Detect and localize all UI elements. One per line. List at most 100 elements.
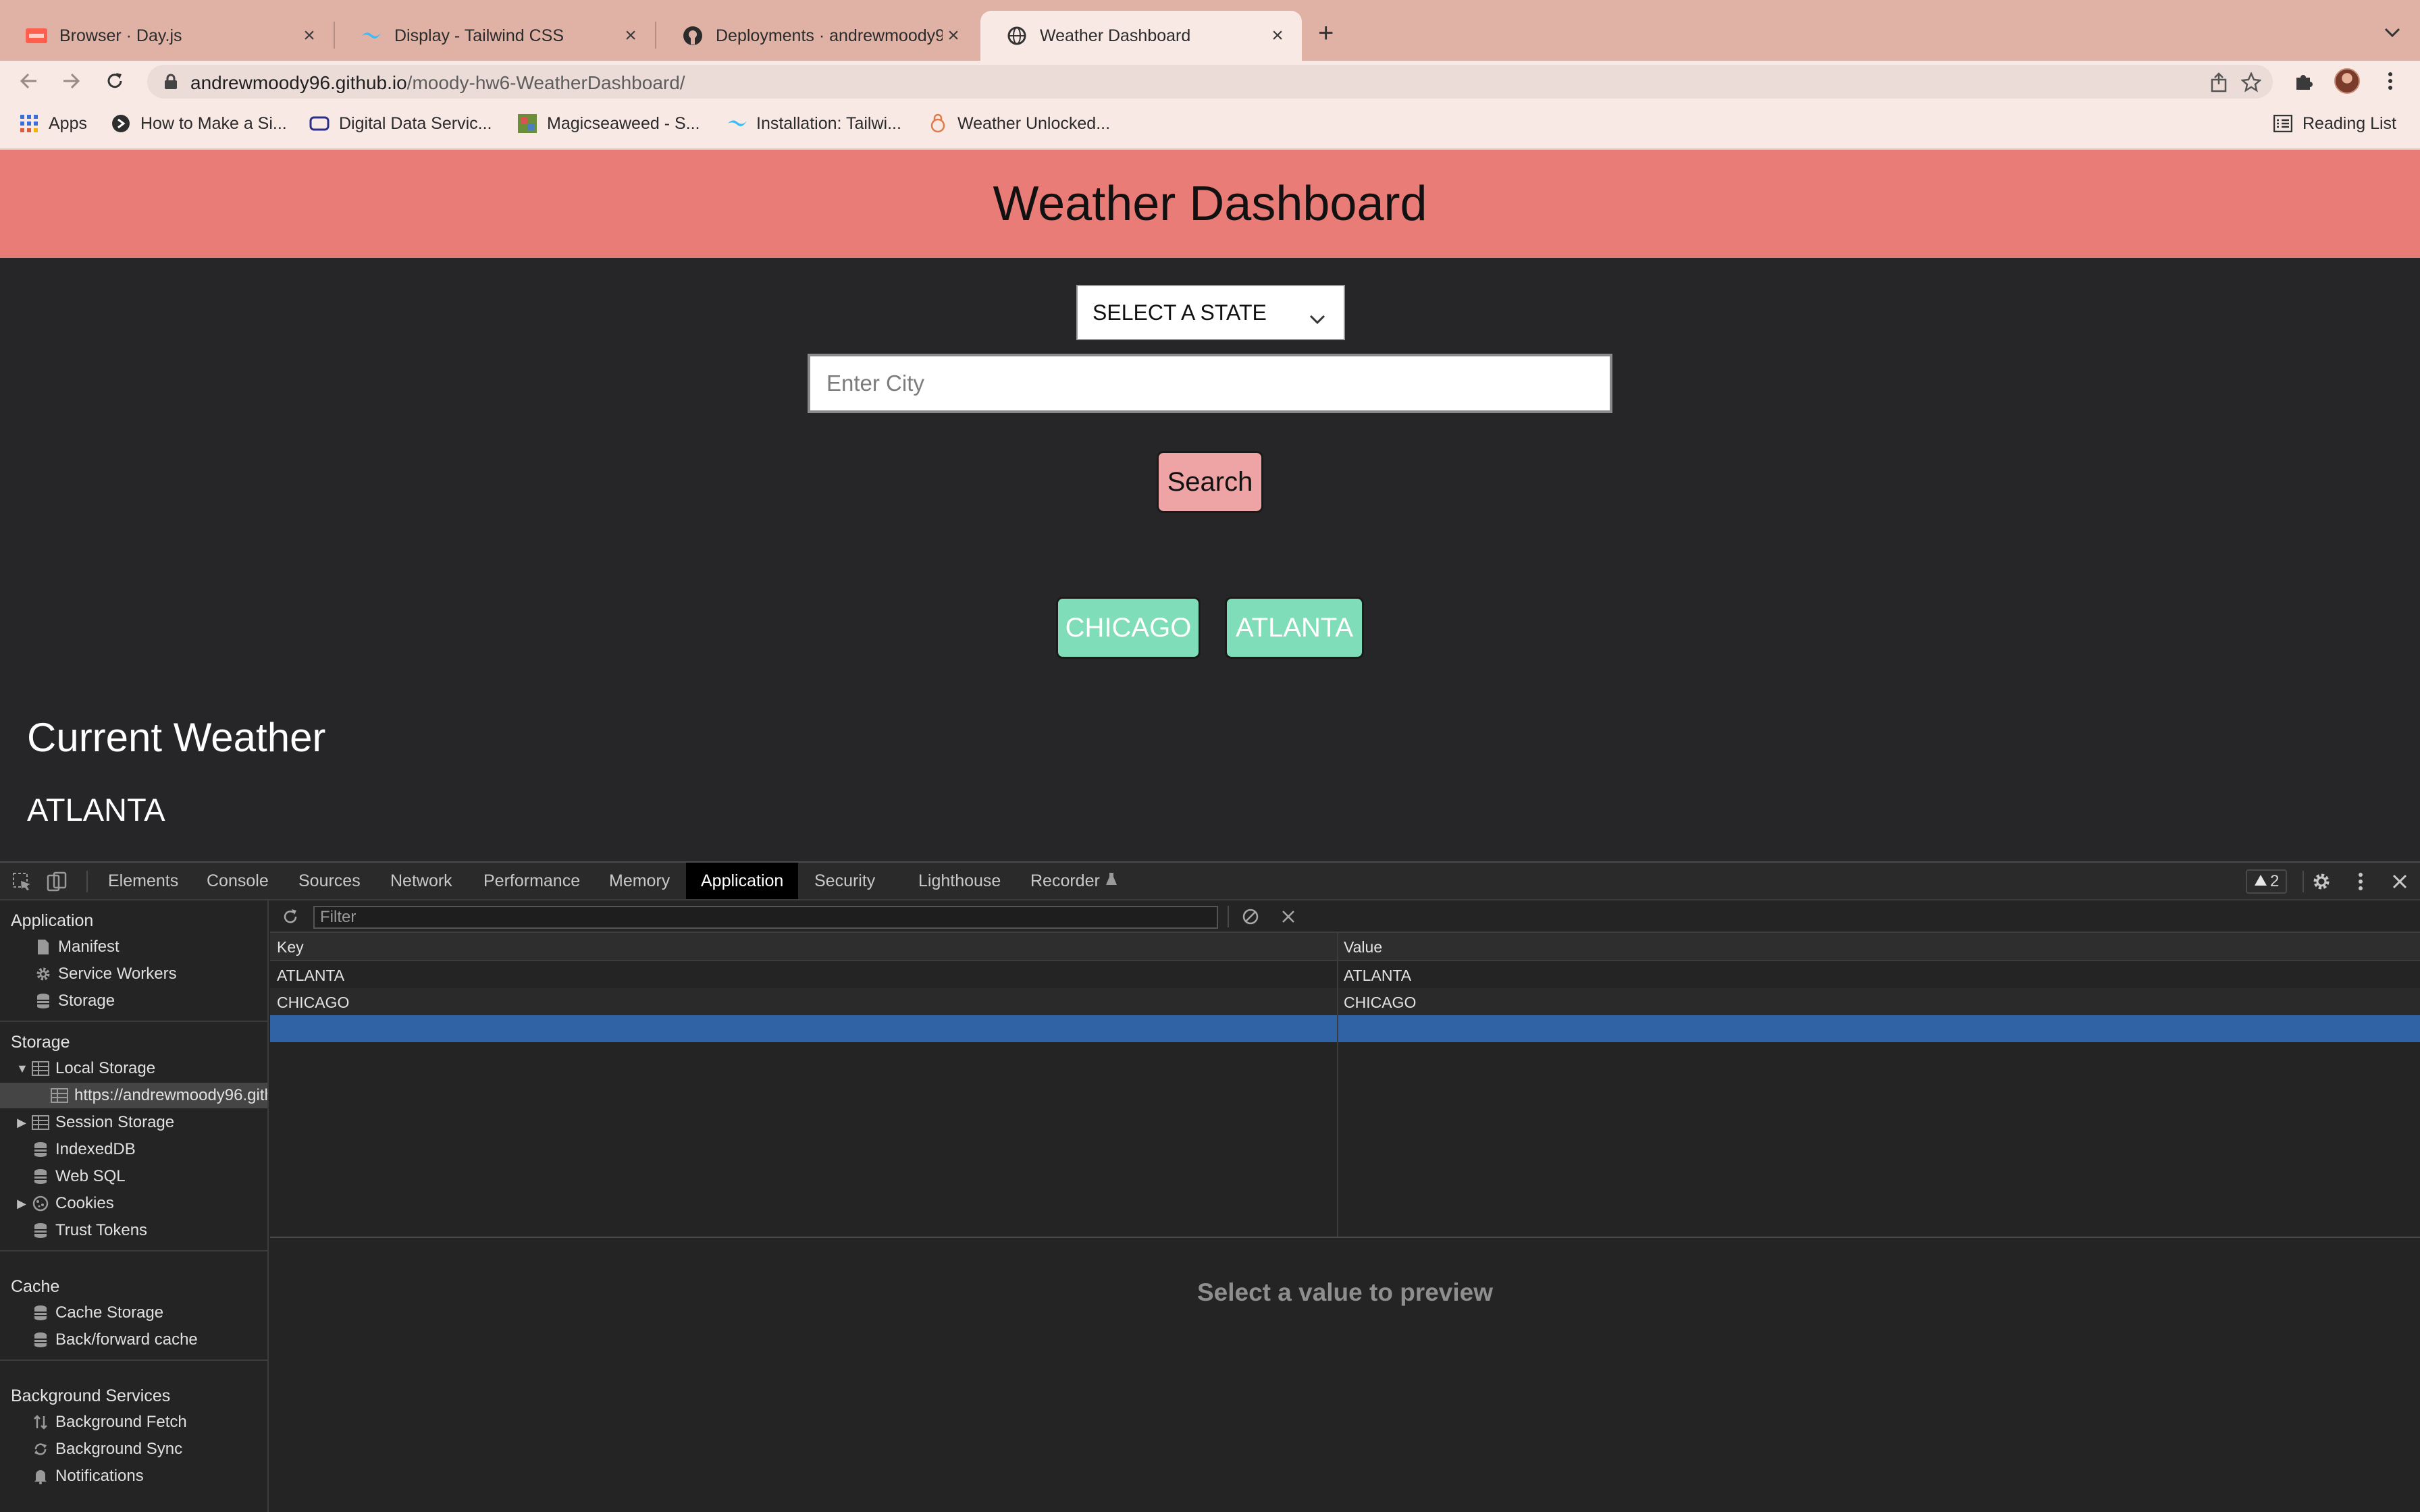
collapsed-triangle-icon[interactable]: ▶ bbox=[16, 1116, 27, 1130]
sidebar-item-service-workers[interactable]: Service Workers bbox=[0, 961, 267, 987]
sidebar-item-back-forward-cache[interactable]: Back/forward cache bbox=[0, 1327, 267, 1353]
devtools-tab-console[interactable]: Console bbox=[192, 863, 284, 899]
inspect-element-icon[interactable] bbox=[9, 869, 34, 894]
table-row[interactable]: ATLANTA ATLANTA bbox=[270, 961, 2420, 988]
devtools-tab-lighthouse[interactable]: Lighthouse bbox=[903, 863, 1016, 899]
state-select[interactable]: SELECT A STATE bbox=[1076, 285, 1345, 340]
devtools-tab-sources[interactable]: Sources bbox=[284, 863, 375, 899]
table-grid-icon bbox=[31, 1059, 50, 1078]
tab-dayjs[interactable]: Browser · Day.js × bbox=[0, 11, 334, 61]
close-icon[interactable]: × bbox=[943, 24, 964, 47]
sidebar-item-cache-storage[interactable]: Cache Storage bbox=[0, 1300, 267, 1326]
search-button[interactable]: Search bbox=[1157, 451, 1263, 513]
profile-avatar[interactable] bbox=[2332, 66, 2362, 96]
value-preview-placeholder: Select a value to preview bbox=[1196, 1278, 1494, 1306]
delete-selected-icon[interactable] bbox=[1276, 905, 1300, 929]
sidebar-item-indexeddb[interactable]: IndexedDB bbox=[0, 1137, 267, 1162]
extensions-puzzle-icon[interactable] bbox=[2289, 66, 2319, 96]
divider bbox=[1228, 906, 1229, 927]
avatar bbox=[2334, 68, 2360, 94]
device-toolbar-icon[interactable] bbox=[45, 869, 69, 894]
sidebar-item-label: Trust Tokens bbox=[55, 1221, 148, 1239]
bookmark-how-to-make[interactable]: How to Make a Si... bbox=[111, 113, 287, 134]
refresh-icon[interactable] bbox=[278, 905, 302, 929]
share-icon[interactable] bbox=[2207, 70, 2231, 94]
divider bbox=[0, 1021, 267, 1022]
bookmark-digital-data[interactable]: Digital Data Servic... bbox=[309, 113, 492, 134]
column-header-value[interactable]: Value bbox=[1344, 938, 1382, 956]
reading-list-button[interactable]: Reading List bbox=[2273, 113, 2396, 134]
sidebar-item-background-sync[interactable]: Background Sync bbox=[0, 1436, 267, 1462]
sidebar-item-label: Background Sync bbox=[55, 1440, 183, 1458]
devtools-tab-recorder[interactable]: Recorder bbox=[1016, 863, 1132, 899]
collapsed-triangle-icon[interactable]: ▶ bbox=[16, 1197, 27, 1211]
tab-tailwind[interactable]: Display - Tailwind CSS × bbox=[335, 11, 655, 61]
row-value: ATLANTA bbox=[1344, 967, 1412, 984]
reload-button[interactable] bbox=[100, 66, 130, 96]
devtools-tab-network[interactable]: Network bbox=[375, 863, 467, 899]
column-divider bbox=[1337, 933, 1338, 1237]
lock-icon[interactable] bbox=[163, 74, 178, 90]
sidebar-item-local-storage-origin[interactable]: https://andrewmoody96.github.io bbox=[0, 1083, 267, 1108]
sidebar-item-trust-tokens[interactable]: Trust Tokens bbox=[0, 1218, 267, 1243]
sidebar-item-cookies[interactable]: ▶ Cookies bbox=[0, 1191, 267, 1216]
table-grid-icon bbox=[31, 1113, 50, 1132]
devtools-tab-memory[interactable]: Memory bbox=[594, 863, 685, 899]
table-row-new-entry[interactable] bbox=[270, 1015, 2420, 1042]
sidebar-item-local-storage[interactable]: ▼ Local Storage bbox=[0, 1056, 267, 1081]
devtools-tab-security[interactable]: Security bbox=[799, 863, 890, 899]
column-header-key[interactable]: Key bbox=[277, 938, 304, 956]
close-icon[interactable]: × bbox=[1267, 24, 1288, 47]
bookmark-tailwind-installation[interactable]: Installation: Tailwi... bbox=[727, 113, 901, 134]
expanded-triangle-icon[interactable]: ▼ bbox=[16, 1062, 28, 1076]
row-key: CHICAGO bbox=[277, 994, 350, 1011]
clear-all-icon[interactable] bbox=[1238, 905, 1263, 929]
close-devtools-icon[interactable] bbox=[2388, 869, 2412, 894]
devtools-tab-application[interactable]: Application bbox=[686, 863, 799, 899]
divider bbox=[270, 1237, 2420, 1238]
sidebar-item-web-sql[interactable]: Web SQL bbox=[0, 1164, 267, 1189]
address-bar[interactable]: andrewmoody96.github.io/moody-hw6-Weathe… bbox=[147, 65, 2273, 99]
sidebar-item-label: Background Fetch bbox=[55, 1413, 187, 1431]
new-tab-button[interactable]: + bbox=[1318, 18, 1334, 49]
history-button-atlanta[interactable]: ATLANTA bbox=[1225, 597, 1364, 659]
row-key: ATLANTA bbox=[277, 967, 345, 984]
settings-gear-icon[interactable] bbox=[2309, 869, 2334, 894]
back-button[interactable] bbox=[14, 66, 43, 96]
table-row[interactable]: CHICAGO CHICAGO bbox=[270, 988, 2420, 1015]
sidebar-item-label: Back/forward cache bbox=[55, 1330, 198, 1349]
tab-title: Browser · Day.js bbox=[59, 26, 182, 45]
devtools-tab-performance[interactable]: Performance bbox=[469, 863, 595, 899]
database-icon bbox=[31, 1167, 50, 1186]
tab-search-chevron-icon[interactable] bbox=[2382, 19, 2402, 46]
issues-warning-badge[interactable]: 2 bbox=[2246, 869, 2288, 894]
bookmark-label: Installation: Tailwi... bbox=[756, 113, 901, 133]
city-input[interactable] bbox=[808, 354, 1612, 413]
devtools-more-icon[interactable] bbox=[2348, 869, 2373, 894]
bookmark-star-icon[interactable] bbox=[2239, 70, 2263, 94]
close-icon[interactable]: × bbox=[298, 24, 320, 47]
filter-input[interactable] bbox=[313, 906, 1218, 929]
bookmark-magicseaweed[interactable]: Magicseaweed - S... bbox=[517, 113, 700, 134]
forward-button[interactable] bbox=[57, 66, 86, 96]
sidebar-item-label: Web SQL bbox=[55, 1167, 126, 1185]
close-icon[interactable]: × bbox=[620, 24, 641, 47]
bookmark-apps[interactable]: Apps bbox=[19, 113, 87, 134]
devtools-tab-bar: Elements Console Sources Network Perform… bbox=[0, 863, 2420, 900]
tab-weather-dashboard[interactable]: Weather Dashboard × bbox=[980, 11, 1302, 61]
sidebar-item-notifications[interactable]: Notifications bbox=[0, 1463, 267, 1489]
apps-grid-icon bbox=[19, 113, 39, 134]
sidebar-item-background-fetch[interactable]: Background Fetch bbox=[0, 1409, 267, 1435]
sidebar-item-label: https://andrewmoody96.github.io bbox=[74, 1086, 267, 1104]
local-storage-pane: Key Value ATLANTA ATLANTA CHICAGO CHICAG… bbox=[270, 900, 2420, 1512]
browser-menu-icon[interactable] bbox=[2375, 66, 2405, 96]
tab-github-deployments[interactable]: Deployments · andrewmoody96 × bbox=[656, 11, 978, 61]
sidebar-item-storage-overview[interactable]: Storage bbox=[0, 988, 267, 1014]
sidebar-item-session-storage[interactable]: ▶ Session Storage bbox=[0, 1110, 267, 1135]
url-text[interactable]: andrewmoody96.github.io/moody-hw6-Weathe… bbox=[190, 72, 685, 94]
bookmark-weather-unlocked[interactable]: Weather Unlocked... bbox=[928, 113, 1110, 134]
devtools-tab-elements[interactable]: Elements bbox=[93, 863, 193, 899]
sidebar-item-manifest[interactable]: Manifest bbox=[0, 934, 267, 960]
bell-icon bbox=[31, 1467, 50, 1486]
history-button-chicago[interactable]: CHICAGO bbox=[1056, 597, 1201, 659]
